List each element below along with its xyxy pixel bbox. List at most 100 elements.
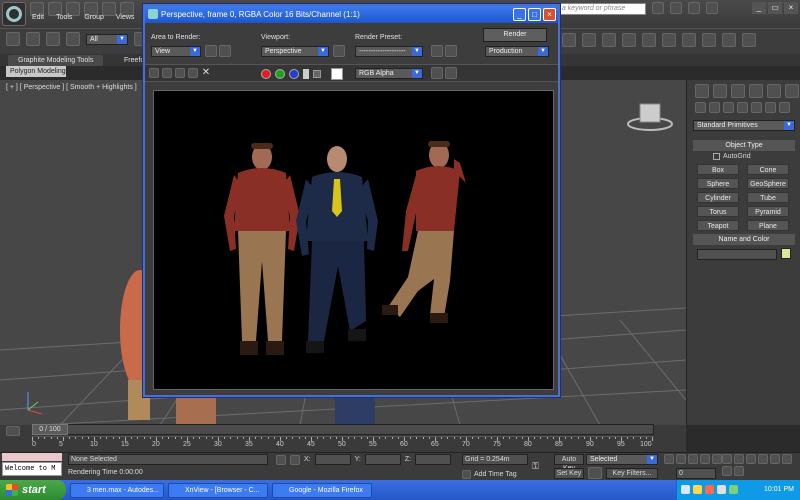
antivirus-icon[interactable]	[705, 485, 714, 494]
menu-tools[interactable]: Tools	[56, 14, 72, 28]
save-image-icon[interactable]	[149, 68, 159, 78]
alpha-channel-icon[interactable]	[303, 69, 309, 79]
tab-freeform[interactable]: Freefo	[124, 55, 144, 66]
primitive-category-dropdown[interactable]: Standard Primitives ▼	[693, 120, 795, 131]
selection-filter-dropdown[interactable]: All ▼	[86, 33, 128, 45]
tab-polygon-modeling[interactable]: Polygon Modeling	[6, 66, 66, 77]
z-coordinate-field[interactable]	[415, 454, 452, 465]
display-channel-dropdown[interactable]: RGB Alpha ▼	[355, 68, 423, 79]
auto-key-button[interactable]: Auto Key	[554, 454, 584, 472]
network-icon[interactable]	[681, 485, 690, 494]
minimize-icon[interactable]: _	[513, 8, 526, 21]
color-swatch[interactable]	[331, 68, 343, 80]
time-slider-track[interactable]	[32, 424, 654, 435]
go-to-end-icon[interactable]	[712, 454, 722, 464]
frame-ruler[interactable]: 0 5 10 15 20 25 30 35 40 45 50 55 60 65 70 75 80 85 90 95 10…	[32, 436, 654, 450]
viewcube-icon[interactable]	[627, 103, 673, 131]
play-icon[interactable]	[688, 454, 698, 464]
set-key-button[interactable]: Set Key	[554, 468, 584, 479]
cameras-icon[interactable]	[737, 102, 748, 113]
volume-icon[interactable]	[717, 485, 726, 494]
pan-icon[interactable]	[782, 454, 792, 464]
align-icon[interactable]	[582, 33, 596, 47]
utilities-tab-icon[interactable]	[785, 84, 799, 98]
previous-frame-icon[interactable]	[676, 454, 686, 464]
y-coordinate-field[interactable]	[364, 454, 401, 465]
current-frame-field[interactable]: 0	[676, 468, 716, 479]
object-color-swatch[interactable]	[781, 248, 791, 259]
box-button[interactable]: Box	[697, 164, 739, 175]
viewport-label[interactable]: [ + ] [ Perspective ] [ Smooth + Highlig…	[6, 84, 137, 91]
star-icon[interactable]	[688, 2, 700, 14]
next-frame-icon[interactable]	[700, 454, 710, 464]
hierarchy-tab-icon[interactable]	[731, 84, 745, 98]
toggle-ui-overlay-icon[interactable]	[431, 67, 443, 79]
modify-tab-icon[interactable]	[713, 84, 727, 98]
zoom-extents-all-icon[interactable]	[758, 454, 768, 464]
x-coordinate-field[interactable]	[314, 454, 351, 465]
undo-toolbar-icon[interactable]	[6, 32, 20, 46]
auto-region-icon[interactable]	[219, 45, 231, 57]
object-type-header[interactable]: Object Type	[693, 140, 795, 151]
tab-graphite-modeling[interactable]: Graphite Modeling Tools	[8, 55, 104, 66]
helpers-icon[interactable]	[751, 102, 762, 113]
object-name-field[interactable]	[697, 249, 777, 260]
graphite-tools-icon[interactable]	[622, 33, 636, 47]
key-filters-button[interactable]: Key Filters...	[606, 468, 658, 479]
app-menu-button[interactable]	[2, 2, 26, 26]
pyramid-button[interactable]: Pyramid	[747, 206, 789, 217]
render-production-icon[interactable]	[742, 33, 756, 47]
zoom-extents-icon[interactable]	[746, 454, 756, 464]
rendered-frame-icon[interactable]	[722, 33, 736, 47]
maxscript-mini-listener[interactable]	[2, 453, 62, 461]
tube-button[interactable]: Tube	[747, 192, 789, 203]
render-mode-dropdown[interactable]: Production ▼	[485, 46, 549, 57]
maximize-viewport-icon[interactable]	[734, 466, 744, 476]
render-setup-icon[interactable]	[702, 33, 716, 47]
lock-selection-icon[interactable]	[276, 454, 286, 465]
torus-button[interactable]: Torus	[697, 206, 739, 217]
select-link-icon[interactable]	[26, 32, 40, 46]
motion-tab-icon[interactable]	[749, 84, 763, 98]
area-to-render-dropdown[interactable]: View ▼	[151, 46, 201, 57]
maxscript-listener[interactable]: Welcome to M	[2, 462, 62, 476]
geosphere-button[interactable]: GeoSphere	[747, 178, 789, 189]
zoom-icon[interactable]	[722, 454, 732, 464]
viewport-dropdown[interactable]: Perspective ▼	[261, 46, 329, 57]
mirror-icon[interactable]	[562, 33, 576, 47]
render-preset-dropdown[interactable]: -------------------- ▼	[355, 46, 423, 57]
set-key-icon[interactable]	[588, 467, 602, 479]
display-tab-icon[interactable]	[767, 84, 781, 98]
taskbar-item-xnview[interactable]: XnView - [Browser - C...	[168, 483, 268, 498]
name-color-header[interactable]: Name and Color	[693, 234, 795, 245]
plane-button[interactable]: Plane	[747, 220, 789, 231]
absolute-mode-icon[interactable]	[290, 454, 300, 465]
menu-edit[interactable]: Edit	[32, 14, 44, 28]
clear-icon[interactable]: ✕	[201, 68, 211, 78]
close-icon[interactable]: ×	[543, 8, 556, 21]
autogrid-checkbox[interactable]	[713, 153, 720, 160]
close-icon[interactable]: ×	[784, 2, 798, 14]
monochrome-icon[interactable]	[313, 70, 321, 78]
teapot-button[interactable]: Teapot	[697, 220, 739, 231]
help-search-input[interactable]: e a keyword or phrase	[552, 3, 646, 15]
toggle-ui-icon[interactable]	[445, 67, 457, 79]
add-time-tag[interactable]: Add Time Tag	[462, 470, 517, 479]
copy-image-icon[interactable]	[162, 68, 172, 78]
shapes-icon[interactable]	[709, 102, 720, 113]
menu-views[interactable]: Views	[116, 14, 135, 28]
zoom-all-icon[interactable]	[734, 454, 744, 464]
rendered-frame-titlebar[interactable]: Perspective, frame 0, RGBA Color 16 Bits…	[145, 6, 558, 23]
menu-group[interactable]: Group	[84, 14, 103, 28]
render-button[interactable]: Render	[483, 28, 547, 42]
mini-curve-editor-icon[interactable]	[6, 426, 20, 436]
binoculars-icon[interactable]	[652, 2, 664, 14]
geometry-icon[interactable]	[695, 102, 706, 113]
update-icon[interactable]	[729, 485, 738, 494]
go-to-start-icon[interactable]	[664, 454, 674, 464]
communication-center-icon[interactable]	[670, 2, 682, 14]
print-image-icon[interactable]	[188, 68, 198, 78]
maximize-icon[interactable]: □	[528, 8, 541, 21]
environment-effects-icon[interactable]	[445, 45, 457, 57]
minimize-icon[interactable]: _	[752, 2, 766, 14]
